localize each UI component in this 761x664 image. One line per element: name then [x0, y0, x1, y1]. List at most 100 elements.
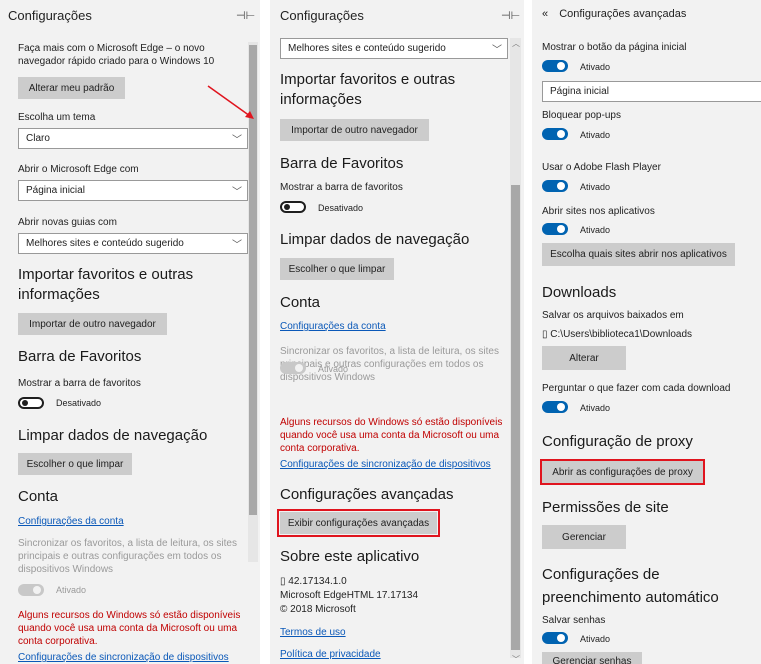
sync-text: Sincronizar os favoritos, a lista de lei… [18, 538, 237, 575]
clear-data-button[interactable]: Escolher o que limpar [18, 453, 132, 475]
favbar-toggle[interactable] [280, 201, 306, 213]
flash-toggle[interactable] [542, 180, 568, 192]
favbar-heading: Barra de Favoritos [18, 348, 142, 365]
flash-state: Ativado [580, 182, 611, 192]
chevron-down-icon: ﹀ [232, 135, 242, 146]
import-heading: Importar favoritos e outras informações [280, 71, 456, 108]
new-tabs-select[interactable]: Melhores sites e conteúdo sugerido ﹀ [18, 233, 248, 254]
folder-icon: ▯ [542, 329, 548, 340]
popups-toggle[interactable] [542, 128, 568, 140]
scroll-up-arrow[interactable]: ︿ [512, 38, 520, 49]
edgehtml-text: Microsoft EdgeHTML 17.17134 [280, 590, 419, 601]
chevron-down-icon: ﹀ [232, 187, 242, 198]
chevron-down-icon: ﹀ [492, 45, 502, 56]
home-button-label: Mostrar o botão da página inicial [542, 42, 687, 53]
clear-heading: Limpar dados de navegação [280, 231, 470, 248]
settings-panel-scrolled: Configurações ⊣⊢ ︿ ﹀ Melhores sites e co… [270, 0, 524, 664]
manage-permissions-button[interactable]: Gerenciar [542, 525, 626, 549]
folder-icon: ▯ [280, 576, 286, 587]
panel-title: Configurações [280, 8, 364, 23]
downloads-heading: Downloads [542, 284, 617, 301]
save-passwords-state: Ativado [580, 634, 611, 644]
theme-value: Claro [26, 133, 50, 144]
panel-title: Configurações [8, 8, 92, 23]
favbar-label: Mostrar a barra de favoritos [280, 182, 403, 193]
favbar-toggle[interactable] [18, 397, 44, 409]
new-tabs-label: Abrir novas guias com [18, 217, 117, 228]
home-page-value: Página inicial [550, 86, 609, 97]
account-heading: Conta [18, 488, 59, 505]
clear-heading: Limpar dados de navegação [18, 427, 208, 444]
home-page-select[interactable]: Página inicial [542, 81, 761, 102]
new-tabs-select[interactable]: Melhores sites e conteúdo sugerido ﹀ [280, 38, 508, 59]
import-button[interactable]: Importar de outro navegador [280, 119, 429, 141]
popups-state: Ativado [580, 130, 611, 140]
clear-data-button[interactable]: Escolher o que limpar [280, 258, 394, 280]
account-settings-link[interactable]: Configurações da conta [280, 321, 386, 332]
device-sync-link[interactable]: Configurações de sincronização de dispos… [280, 459, 491, 470]
highlight-box [277, 509, 440, 537]
advanced-settings-panel: « Configurações avançadas Mostrar o botã… [532, 0, 761, 664]
home-button-toggle[interactable] [542, 60, 568, 72]
theme-select[interactable]: Claro ﹀ [18, 128, 248, 149]
favbar-heading: Barra de Favoritos [280, 155, 404, 172]
theme-label: Escolha um tema [18, 112, 96, 123]
save-passwords-toggle[interactable] [542, 632, 568, 644]
sync-toggle [280, 362, 306, 374]
autofill-heading: Configurações de preenchimento automátic… [542, 566, 719, 606]
permissions-heading: Permissões de site [542, 499, 669, 516]
scrollbar-thumb[interactable] [511, 185, 520, 650]
highlight-box [540, 459, 705, 485]
account-heading: Conta [280, 294, 321, 311]
popups-label: Bloquear pop-ups [542, 110, 621, 121]
choose-apps-button[interactable]: Escolha quais sites abrir nos aplicativo… [542, 243, 735, 266]
favbar-state: Desativado [318, 203, 364, 213]
advanced-heading: Configurações avançadas [280, 486, 454, 503]
panel-title: « Configurações avançadas [542, 8, 686, 20]
ask-state: Ativado [580, 403, 611, 413]
account-settings-link[interactable]: Configurações da conta [18, 516, 124, 527]
favbar-state: Desativado [56, 398, 102, 408]
version-value: 42.17134.1.0 [288, 576, 347, 587]
sync-state: Ativado [56, 585, 87, 595]
pin-icon[interactable]: ⊣⊢ [236, 9, 255, 22]
open-with-value: Página inicial [26, 185, 85, 196]
version-text: ▯ 42.17134.1.0 [280, 575, 347, 588]
save-passwords-label: Salvar senhas [542, 615, 606, 626]
warning-text: Alguns recursos do Windows só estão disp… [18, 610, 241, 647]
open-with-label: Abrir o Microsoft Edge com [18, 164, 139, 175]
open-with-select[interactable]: Página inicial ﹀ [18, 180, 248, 201]
device-sync-link[interactable]: Configurações de sincronização de dispos… [18, 652, 229, 663]
favbar-label: Mostrar a barra de favoritos [18, 378, 141, 389]
manage-passwords-button[interactable]: Gerenciar senhas [542, 652, 642, 664]
about-heading: Sobre este aplicativo [280, 548, 420, 565]
import-heading: Importar favoritos e outras informações [18, 266, 194, 303]
ask-label: Perguntar o que fazer com cada download [542, 383, 731, 394]
open-apps-label: Abrir sites nos aplicativos [542, 206, 655, 217]
save-path: ▯ C:\Users\biblioteca1\Downloads [542, 328, 692, 341]
pin-icon[interactable]: ⊣⊢ [501, 9, 520, 22]
privacy-link[interactable]: Política de privacidade [280, 649, 381, 660]
proxy-heading: Configuração de proxy [542, 433, 693, 450]
settings-panel-main: Configurações ⊣⊢ Faça mais com o Microso… [0, 0, 260, 664]
copyright-text: © 2018 Microsoft [280, 604, 356, 615]
open-apps-state: Ativado [580, 225, 611, 235]
open-apps-toggle[interactable] [542, 223, 568, 235]
flash-label: Usar o Adobe Flash Player [542, 162, 661, 173]
ask-toggle[interactable] [542, 401, 568, 413]
save-path-value: C:\Users\biblioteca1\Downloads [550, 329, 693, 340]
terms-link[interactable]: Termos de uso [280, 627, 346, 638]
home-button-state: Ativado [580, 62, 611, 72]
sync-state: Ativado [318, 364, 349, 374]
import-button[interactable]: Importar de outro navegador [18, 313, 167, 335]
warning-text: Alguns recursos do Windows só estão disp… [280, 417, 503, 454]
new-tabs-value: Melhores sites e conteúdo sugerido [288, 43, 446, 54]
panel-title-text: Configurações avançadas [559, 8, 687, 20]
back-icon[interactable]: « [542, 8, 548, 20]
sync-text: Sincronizar os favoritos, a lista de lei… [280, 346, 499, 383]
new-tabs-value: Melhores sites e conteúdo sugerido [26, 238, 184, 249]
scroll-down-arrow[interactable]: ﹀ [512, 654, 520, 664]
change-default-button[interactable]: Alterar meu padrão [18, 77, 125, 99]
change-location-button[interactable]: Alterar [542, 346, 626, 370]
chevron-down-icon: ﹀ [232, 240, 242, 251]
